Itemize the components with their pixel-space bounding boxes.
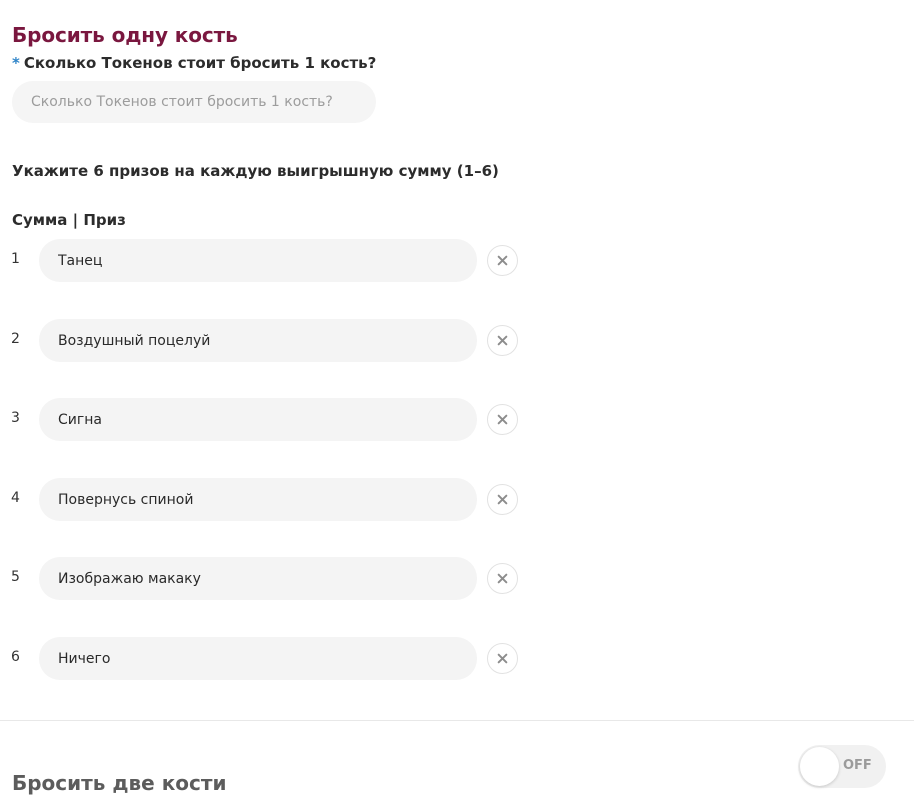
sum-prize-header: Сумма | Приз	[12, 211, 126, 229]
prize-input-6[interactable]	[39, 637, 477, 680]
prize-number: 5	[11, 569, 20, 585]
dice-settings-page: Бросить одну кость * Сколько Токенов стои…	[0, 0, 914, 799]
required-mark: *	[12, 54, 20, 72]
prize-row-2: 2	[0, 319, 540, 363]
prize-number: 4	[11, 490, 20, 506]
prize-row-6: 6	[0, 637, 540, 681]
section-divider	[0, 720, 914, 721]
token-cost-label: * Сколько Токенов стоит бросить 1 кость?	[12, 54, 376, 72]
close-icon	[497, 255, 508, 266]
two-dice-toggle[interactable]: OFF	[798, 745, 886, 788]
remove-prize-2-button[interactable]	[487, 325, 518, 356]
close-icon	[497, 414, 508, 425]
remove-prize-4-button[interactable]	[487, 484, 518, 515]
close-icon	[497, 573, 508, 584]
prize-number: 6	[11, 649, 20, 665]
token-cost-label-text: Сколько Токенов стоит бросить 1 кость?	[23, 54, 377, 72]
prize-row-4: 4	[0, 478, 540, 522]
prize-row-3: 3	[0, 398, 540, 442]
toggle-knob[interactable]	[800, 747, 839, 786]
prize-input-5[interactable]	[39, 557, 477, 600]
prize-number: 1	[11, 251, 20, 267]
prize-input-4[interactable]	[39, 478, 477, 521]
prize-input-1[interactable]	[39, 239, 477, 282]
close-icon	[497, 335, 508, 346]
two-dice-section-title: Бросить две кости	[12, 770, 227, 795]
prize-row-5: 5	[0, 557, 540, 601]
remove-prize-1-button[interactable]	[487, 245, 518, 276]
remove-prize-5-button[interactable]	[487, 563, 518, 594]
prize-number: 2	[11, 331, 20, 347]
prize-row-1: 1	[0, 239, 540, 283]
prize-input-3[interactable]	[39, 398, 477, 441]
prize-instructions: Укажите 6 призов на каждую выигрышную су…	[12, 162, 499, 180]
one-die-section-title: Бросить одну кость	[12, 23, 238, 48]
token-cost-input[interactable]	[12, 81, 376, 123]
remove-prize-3-button[interactable]	[487, 404, 518, 435]
close-icon	[497, 653, 508, 664]
toggle-state-label: OFF	[843, 758, 872, 773]
prize-number: 3	[11, 410, 20, 426]
remove-prize-6-button[interactable]	[487, 643, 518, 674]
close-icon	[497, 494, 508, 505]
prize-input-2[interactable]	[39, 319, 477, 362]
